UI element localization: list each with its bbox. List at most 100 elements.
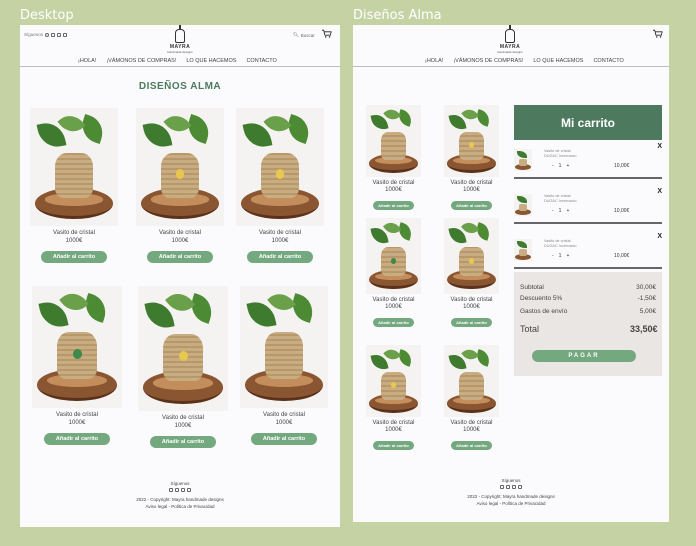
product-price: 1000€ <box>385 427 402 433</box>
search-icon: 🔍︎ <box>293 32 299 37</box>
qty-plus-button[interactable]: + <box>566 253 569 259</box>
product-image[interactable] <box>138 286 228 411</box>
add-to-cart-button[interactable]: Añadir al carrito <box>451 201 492 210</box>
search-box[interactable]: 🔍︎ Buscar <box>293 32 315 38</box>
nav-hola[interactable]: ¡HOLA! <box>78 58 96 64</box>
facebook-icon[interactable] <box>175 488 179 492</box>
nav-lo-que-hacemos[interactable]: LO QUE HACEMOS <box>186 58 236 64</box>
add-to-cart-button[interactable]: Añadir al carrito <box>246 251 314 263</box>
remove-item-button[interactable]: X <box>657 233 662 240</box>
site-footer: Síguenos 2022 - Copyright: Mayra handmad… <box>20 480 340 510</box>
nav-compras[interactable]: ¡VÁMONOS DE COMPRAS! <box>453 58 523 64</box>
twitter-icon[interactable] <box>512 485 516 489</box>
cart-item-desc: Vasito de cristal DUGAC Invernaolo <box>544 239 577 248</box>
qty-plus-button[interactable]: + <box>566 163 569 169</box>
cart-item-image <box>514 239 532 261</box>
product-image[interactable] <box>366 105 421 177</box>
add-to-cart-button[interactable]: Añadir al carrito <box>149 436 217 448</box>
summary-subtotal: Subtotal 30,00€ <box>520 284 656 291</box>
qty-minus-button[interactable]: - <box>552 253 554 259</box>
product-price: 1000€ <box>275 420 293 426</box>
qty-minus-button[interactable]: - <box>552 163 554 169</box>
add-to-cart-button[interactable]: Añadir al carrito <box>373 441 414 450</box>
instagram-icon[interactable] <box>187 488 191 492</box>
qty-plus-button[interactable]: + <box>566 208 569 214</box>
product-image[interactable] <box>30 108 118 226</box>
plant-logo-icon <box>175 25 185 43</box>
qty-value: 1 <box>558 163 562 169</box>
pinterest-icon[interactable] <box>169 488 173 492</box>
product-card: Vasito de cristal 1000€ Añadir al carrit… <box>366 105 421 212</box>
add-to-cart-button[interactable]: Añadir al carrito <box>43 433 111 445</box>
footer-social <box>353 485 669 489</box>
cart-item-price: 10,00€ <box>614 253 630 259</box>
add-to-cart-button[interactable]: Añadir al carrito <box>40 251 108 263</box>
logo-subtitle: handmade designs <box>167 50 193 54</box>
facebook-icon[interactable] <box>51 32 56 37</box>
pay-button[interactable]: PAGAR <box>532 350 636 362</box>
product-image[interactable] <box>136 108 224 226</box>
nav-hola[interactable]: ¡HOLA! <box>425 58 443 64</box>
add-to-cart-button[interactable]: Añadir al carrito <box>250 433 318 445</box>
cart-item: Vasito de cristal DUGAC Invernaolo - 1 + … <box>514 143 662 179</box>
product-name: Vasito de cristal <box>162 415 204 421</box>
follow-label: Síguenos <box>24 32 44 37</box>
total-label: Total <box>520 324 540 334</box>
facebook-icon[interactable] <box>506 485 510 489</box>
product-card: Vasito de cristal 1000€ Añadir al carrit… <box>444 105 499 212</box>
product-name: Vasito de cristal <box>53 230 95 236</box>
instagram-icon[interactable] <box>518 485 522 489</box>
nav-contacto[interactable]: CONTACTO <box>593 58 623 64</box>
add-to-cart-button[interactable]: Añadir al carrito <box>451 441 492 450</box>
pinterest-icon[interactable] <box>500 485 504 489</box>
add-to-cart-button[interactable]: Añadir al carrito <box>373 201 414 210</box>
footer-copyright: 2022 - Copyright: Mayra handmade designs <box>467 494 555 499</box>
twitter-icon[interactable] <box>181 488 185 492</box>
product-image[interactable] <box>444 105 499 177</box>
summary-discount: Descuento 5% -1,50€ <box>520 295 656 302</box>
instagram-icon[interactable] <box>63 32 68 37</box>
product-card: Vasito de cristal 1000€ Añadir al carrit… <box>30 108 118 263</box>
site-header: MAYRA handmade designs ¡HOLA! ¡VÁMONOS D… <box>353 25 669 67</box>
product-image[interactable] <box>366 218 421 294</box>
twitter-icon[interactable] <box>57 32 62 37</box>
logo[interactable]: MAYRA handmade designs <box>495 25 525 54</box>
add-to-cart-button[interactable]: Añadir al carrito <box>451 318 492 327</box>
product-image[interactable] <box>32 286 122 408</box>
product-card: Vasito de cristal 1000€ Añadir al carrit… <box>32 286 122 445</box>
cart-item-image <box>514 194 532 216</box>
product-image[interactable] <box>366 345 421 417</box>
pinterest-icon[interactable] <box>45 32 50 37</box>
qty-value: 1 <box>558 253 562 259</box>
footer-legal[interactable]: Aviso legal - Política de Privacidad <box>20 503 340 510</box>
product-card: Vasito de cristal 1000€ Añadir al carrit… <box>136 108 224 263</box>
product-image[interactable] <box>236 108 324 226</box>
product-image[interactable] <box>444 218 499 294</box>
nav-lo-que-hacemos[interactable]: LO QUE HACEMOS <box>533 58 583 64</box>
nav-contacto[interactable]: CONTACTO <box>246 58 276 64</box>
add-to-cart-button[interactable]: Añadir al carrito <box>146 251 214 263</box>
cart-icon[interactable] <box>653 29 663 38</box>
product-price: 1000€ <box>68 420 86 426</box>
desktop-frame-label: Desktop <box>20 8 74 23</box>
nav-compras[interactable]: ¡VÁMONOS DE COMPRAS! <box>106 58 176 64</box>
logo[interactable]: MAYRA handmade designs <box>165 25 195 54</box>
product-price: 1000€ <box>463 187 480 193</box>
plant-logo-icon <box>505 25 515 43</box>
add-to-cart-button[interactable]: Añadir al carrito <box>373 318 414 327</box>
product-image[interactable] <box>444 345 499 417</box>
cart-icon[interactable] <box>322 29 332 38</box>
product-image[interactable] <box>240 286 328 408</box>
main-nav: ¡HOLA! ¡VÁMONOS DE COMPRAS! LO QUE HACEM… <box>78 58 277 64</box>
social-follow: Síguenos <box>24 32 68 37</box>
qty-minus-button[interactable]: - <box>552 208 554 214</box>
product-card: Vasito de cristal 1000€ Añadir al carrit… <box>444 345 499 452</box>
product-card: Vasito de cristal 1000€ Añadir al carrit… <box>444 218 499 329</box>
remove-item-button[interactable]: X <box>657 188 662 195</box>
mobile-frame-label: Diseños Alma <box>353 8 442 23</box>
product-card: Vasito de cristal 1000€ Añadir al carrit… <box>138 286 228 448</box>
remove-item-button[interactable]: X <box>657 143 662 150</box>
total-value: 33,50€ <box>630 324 658 334</box>
product-name: Vasito de cristal <box>372 297 415 303</box>
footer-legal[interactable]: Aviso legal - Política de Privacidad <box>353 500 669 507</box>
